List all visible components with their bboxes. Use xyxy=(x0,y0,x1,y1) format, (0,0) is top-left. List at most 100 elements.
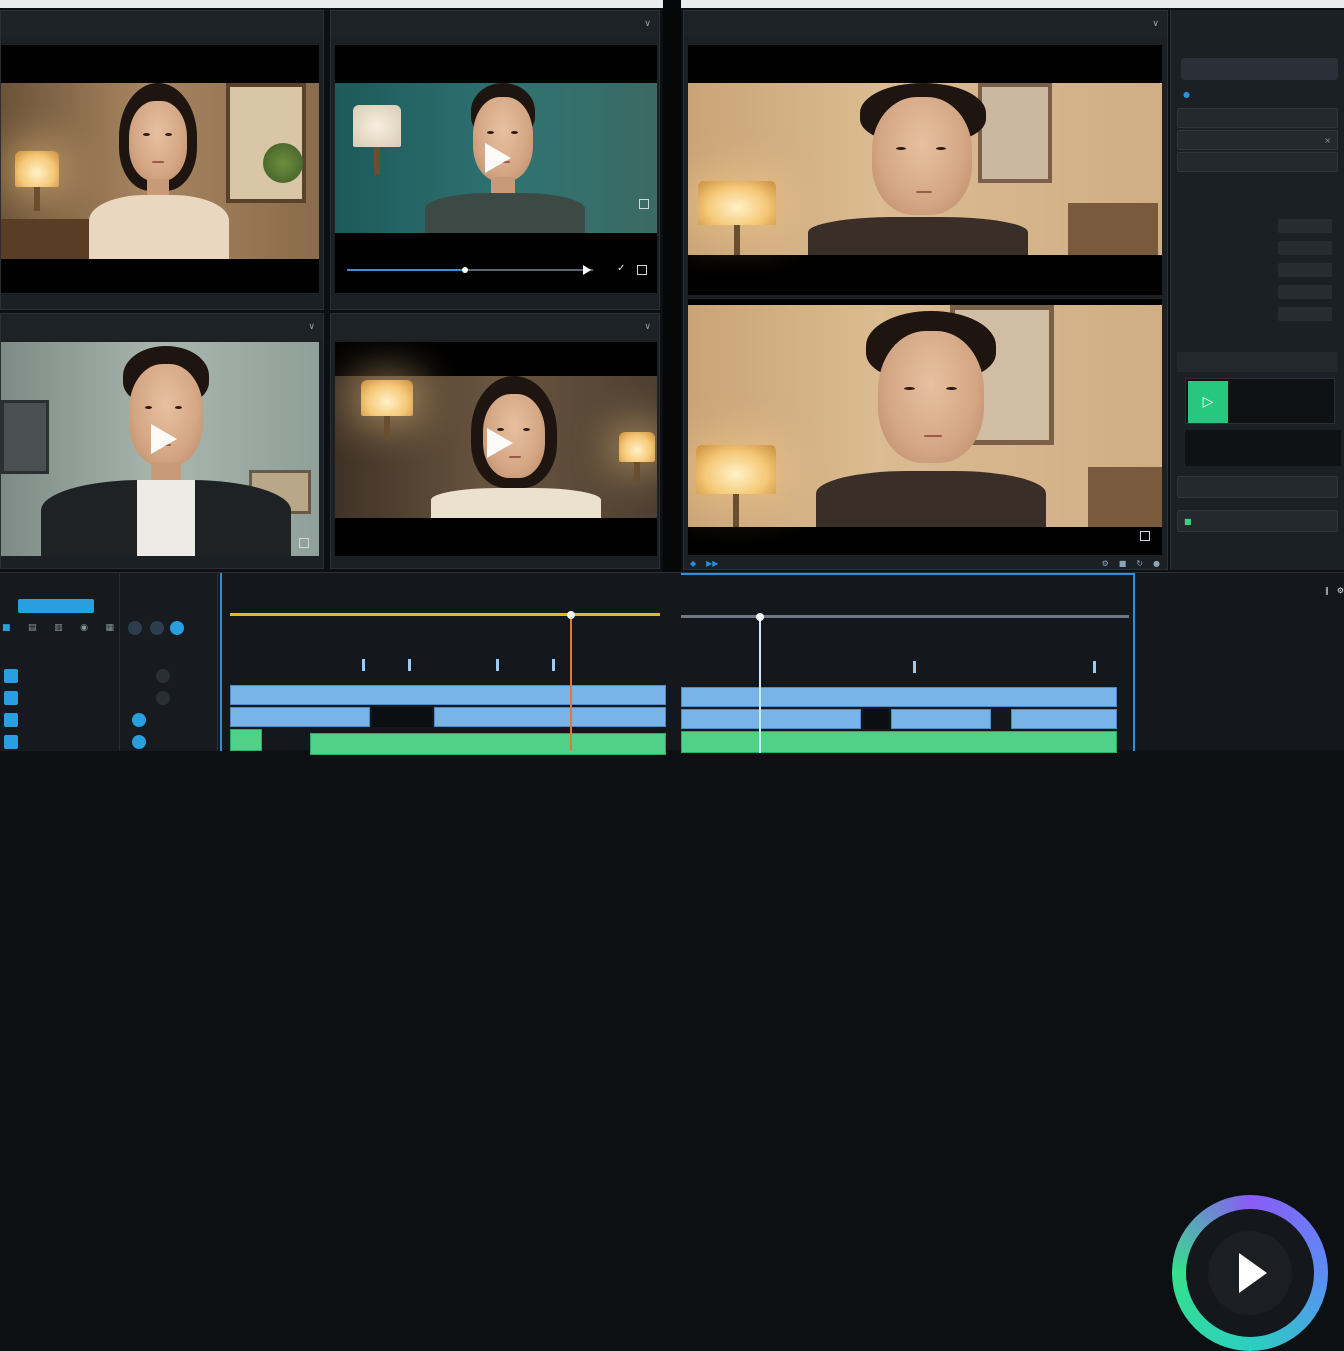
play-icon[interactable] xyxy=(583,265,591,275)
loop-icon[interactable]: ↻ xyxy=(1136,559,1143,568)
track-label[interactable] xyxy=(4,669,24,683)
step-forward-icon[interactable]: ▶▶ xyxy=(706,559,718,568)
property-field[interactable]: × xyxy=(1177,130,1338,150)
video-clip[interactable] xyxy=(434,707,666,727)
preview-panel-1[interactable] xyxy=(0,10,324,310)
fullscreen-icon[interactable] xyxy=(299,538,309,548)
select-icon[interactable]: ■ xyxy=(2,623,11,635)
video-frame xyxy=(688,83,1162,255)
video-clip[interactable] xyxy=(230,707,370,727)
panel-header: ∨ xyxy=(1,314,323,340)
chevron-down-icon[interactable]: ∨ xyxy=(308,322,315,332)
track-label[interactable] xyxy=(4,713,24,727)
video-viewport[interactable] xyxy=(1,45,319,293)
scrubber-progress xyxy=(347,269,466,271)
drop-icon[interactable] xyxy=(132,713,146,727)
grid-icon[interactable]: ▦ xyxy=(105,623,114,635)
split-icon[interactable]: ▥ xyxy=(54,623,63,635)
scrubber-handle[interactable] xyxy=(462,267,469,273)
timeline-search-input[interactable] xyxy=(18,599,94,613)
inspector-tabs[interactable] xyxy=(1177,12,1338,32)
track-label[interactable] xyxy=(4,691,24,705)
timeline-track-area-left[interactable] xyxy=(220,573,666,755)
property-value[interactable] xyxy=(1278,285,1332,299)
property-value[interactable] xyxy=(1278,307,1332,321)
timeline-track-area-right[interactable] xyxy=(681,573,1135,753)
volume-icon[interactable] xyxy=(156,691,170,705)
clip-marker xyxy=(913,661,916,673)
trim-icon[interactable]: ▤ xyxy=(28,623,37,635)
preview-panel-2[interactable]: ∨ ✓ xyxy=(330,10,660,310)
timeline-ruler[interactable] xyxy=(230,613,660,616)
property-value[interactable] xyxy=(1278,241,1332,255)
play-icon[interactable] xyxy=(487,428,513,458)
chevron-down-icon[interactable]: ∨ xyxy=(644,322,651,332)
property-row[interactable] xyxy=(1177,216,1338,236)
video-clip[interactable] xyxy=(1011,709,1117,729)
video-viewport-top[interactable] xyxy=(688,45,1162,295)
playhead-handle[interactable] xyxy=(756,613,764,621)
property-field[interactable] xyxy=(1177,108,1338,128)
preview-panel-4[interactable]: ∨ xyxy=(330,313,660,569)
camera-icon[interactable]: ■ xyxy=(1119,559,1127,568)
video-viewport-bottom[interactable] xyxy=(688,299,1162,555)
preview-panel-3[interactable]: ∨ xyxy=(0,313,324,569)
video-clip[interactable] xyxy=(891,709,991,729)
close-icon[interactable]: × xyxy=(1324,136,1331,145)
audio-clip[interactable] xyxy=(230,729,262,751)
drop-icon[interactable] xyxy=(132,735,146,749)
playhead-handle[interactable] xyxy=(567,611,575,619)
marker-icon[interactable]: ◆ xyxy=(690,559,696,568)
primary-button[interactable] xyxy=(1181,58,1338,80)
check-icon[interactable]: ✓ xyxy=(617,263,625,274)
scissors-icon[interactable] xyxy=(156,669,170,683)
fullscreen-icon[interactable] xyxy=(1140,531,1150,541)
chevron-down-icon[interactable]: ∨ xyxy=(1152,19,1159,29)
chevron-down-icon[interactable]: ∨ xyxy=(644,19,651,29)
settings-icon[interactable]: ⚙ xyxy=(1102,559,1109,568)
property-row[interactable] xyxy=(1177,260,1338,280)
tag-icon[interactable]: ◉ xyxy=(80,623,88,635)
panel-footer xyxy=(1,548,323,568)
playhead-right[interactable] xyxy=(756,613,764,753)
property-row[interactable] xyxy=(1177,282,1338,302)
person-image xyxy=(89,83,229,259)
play-button-ring[interactable] xyxy=(1172,1195,1328,1351)
media-card[interactable]: ▷ xyxy=(1185,378,1335,424)
property-field[interactable] xyxy=(1177,152,1338,172)
video-viewport[interactable] xyxy=(335,342,657,556)
play-icon[interactable] xyxy=(485,143,511,173)
waveform-icon[interactable]: ∥ xyxy=(1325,586,1329,595)
link-icon[interactable] xyxy=(128,621,142,635)
track-label[interactable] xyxy=(4,735,24,749)
video-viewport[interactable]: ✓ xyxy=(335,45,657,293)
toolbar-row[interactable]: ■ ▤ ▥ ◉ ▦ xyxy=(2,623,114,635)
play-icon[interactable] xyxy=(151,424,177,454)
video-clip[interactable] xyxy=(681,709,861,729)
property-row[interactable] xyxy=(1177,238,1338,258)
playhead-left[interactable] xyxy=(567,611,575,751)
transport-controls[interactable]: ◆ ▶▶ ⚙ ■ ↻ ● xyxy=(690,557,1160,569)
chat-icon[interactable]: ● xyxy=(1153,559,1160,568)
snap-icon[interactable] xyxy=(170,621,184,635)
video-clip[interactable] xyxy=(681,687,1117,707)
program-monitor[interactable]: ∨ ◆ ▶▶ ⚙ ■ ↻ ● xyxy=(683,10,1168,570)
lamp-image xyxy=(698,181,776,255)
scrubber-track[interactable] xyxy=(347,267,593,273)
property-row[interactable] xyxy=(1177,304,1338,324)
audio-clip[interactable] xyxy=(310,733,666,755)
waveform-icon[interactable] xyxy=(150,621,164,635)
property-field[interactable]: ■ xyxy=(1177,510,1338,532)
settings-icon[interactable]: ⚙ xyxy=(1337,586,1344,595)
property-field[interactable] xyxy=(1177,174,1338,194)
video-viewport[interactable] xyxy=(1,342,319,556)
timeline-ruler[interactable] xyxy=(681,615,1129,618)
property-field[interactable] xyxy=(1177,476,1338,498)
property-value[interactable] xyxy=(1278,263,1332,277)
fullscreen-icon[interactable] xyxy=(637,265,647,275)
video-clip[interactable] xyxy=(230,685,666,705)
play-button[interactable] xyxy=(1208,1231,1292,1315)
property-value[interactable] xyxy=(1278,219,1332,233)
clip-marker xyxy=(1093,661,1096,673)
fullscreen-icon[interactable] xyxy=(639,199,649,209)
